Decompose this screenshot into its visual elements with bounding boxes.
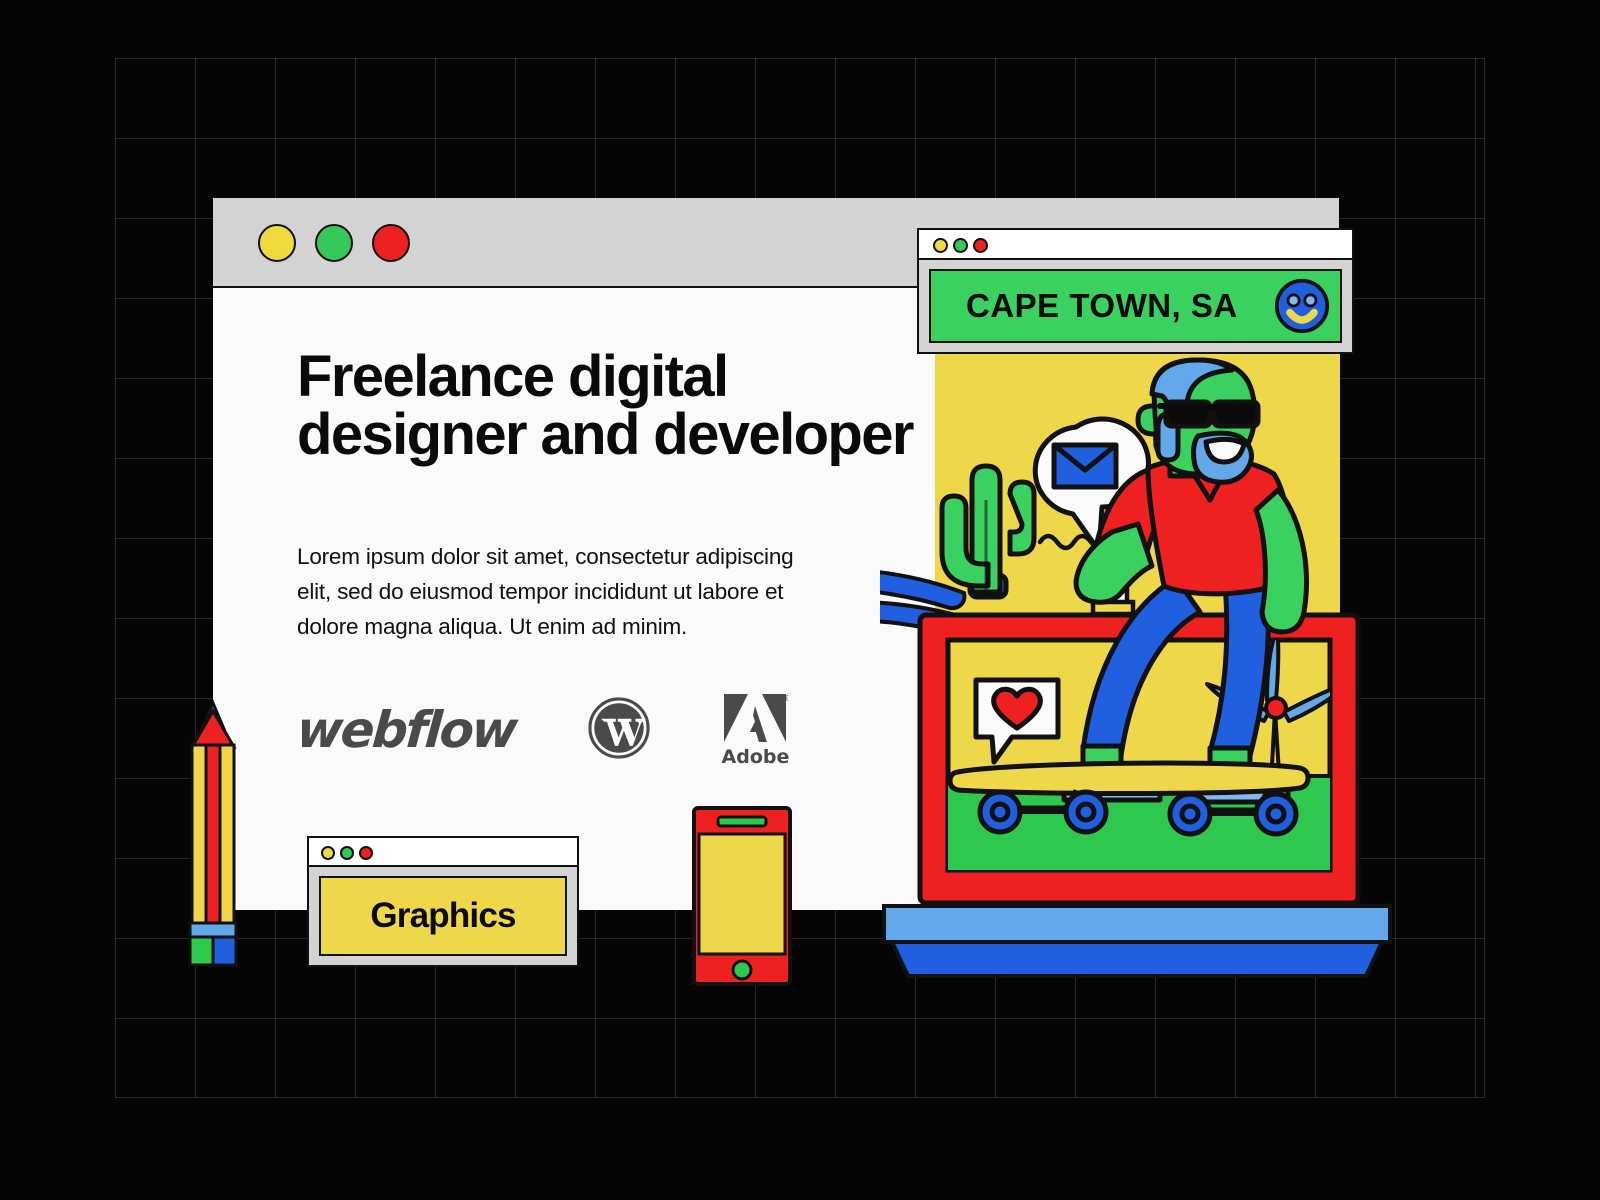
sunglasses-icon [1157, 399, 1261, 429]
character-mouth [1203, 436, 1247, 465]
cape-town-window[interactable]: CAPE TOWN, SA [917, 228, 1354, 354]
pencil-icon [188, 699, 238, 967]
graphics-dot-green[interactable] [340, 846, 354, 860]
graphics-dot-red[interactable] [359, 846, 373, 860]
adobe-mark-icon: ® [724, 694, 788, 742]
cape-dot-red[interactable] [973, 238, 988, 253]
body-paragraph: Lorem ipsum dolor sit amet, consectetur … [297, 544, 794, 639]
location-banner: CAPE TOWN, SA [929, 269, 1342, 343]
smiley-face-icon [1274, 278, 1330, 334]
window-dot-yellow[interactable] [258, 224, 296, 262]
graphics-label: Graphics [370, 896, 516, 935]
cape-dot-green[interactable] [953, 238, 968, 253]
client-logos-row: webflow ® Adobe [294, 692, 790, 768]
phone-home-button [731, 959, 753, 981]
graphics-window-titlebar[interactable] [309, 838, 577, 867]
adobe-logo-label: Adobe [721, 746, 790, 768]
cape-window-titlebar[interactable] [919, 230, 1352, 260]
webflow-logo: webflow [294, 701, 518, 759]
svg-text:®: ® [782, 694, 788, 703]
graphics-chip: Graphics [319, 876, 567, 956]
canvas: Freelance digital designer and developer… [0, 0, 1600, 1200]
window-dot-red[interactable] [372, 224, 410, 262]
cape-window-content: CAPE TOWN, SA [919, 260, 1352, 352]
cape-traffic-lights [933, 238, 988, 253]
skateboarder-scene [880, 350, 1400, 980]
graphics-traffic-lights [321, 846, 373, 860]
laptop-base [882, 904, 1392, 978]
cape-dot-yellow[interactable] [933, 238, 948, 253]
page-title: Freelance digital designer and developer [297, 344, 914, 467]
smartphone-device [692, 806, 792, 986]
graphics-window-content: Graphics [309, 867, 577, 965]
location-label: CAPE TOWN, SA [966, 287, 1238, 324]
adobe-logo: ® Adobe [721, 692, 790, 768]
phone-speaker [716, 815, 768, 828]
window-dot-green[interactable] [315, 224, 353, 262]
graphics-window[interactable]: Graphics [307, 836, 579, 967]
main-traffic-lights [258, 224, 410, 262]
wordpress-logo [587, 696, 650, 764]
graphics-dot-yellow[interactable] [321, 846, 335, 860]
